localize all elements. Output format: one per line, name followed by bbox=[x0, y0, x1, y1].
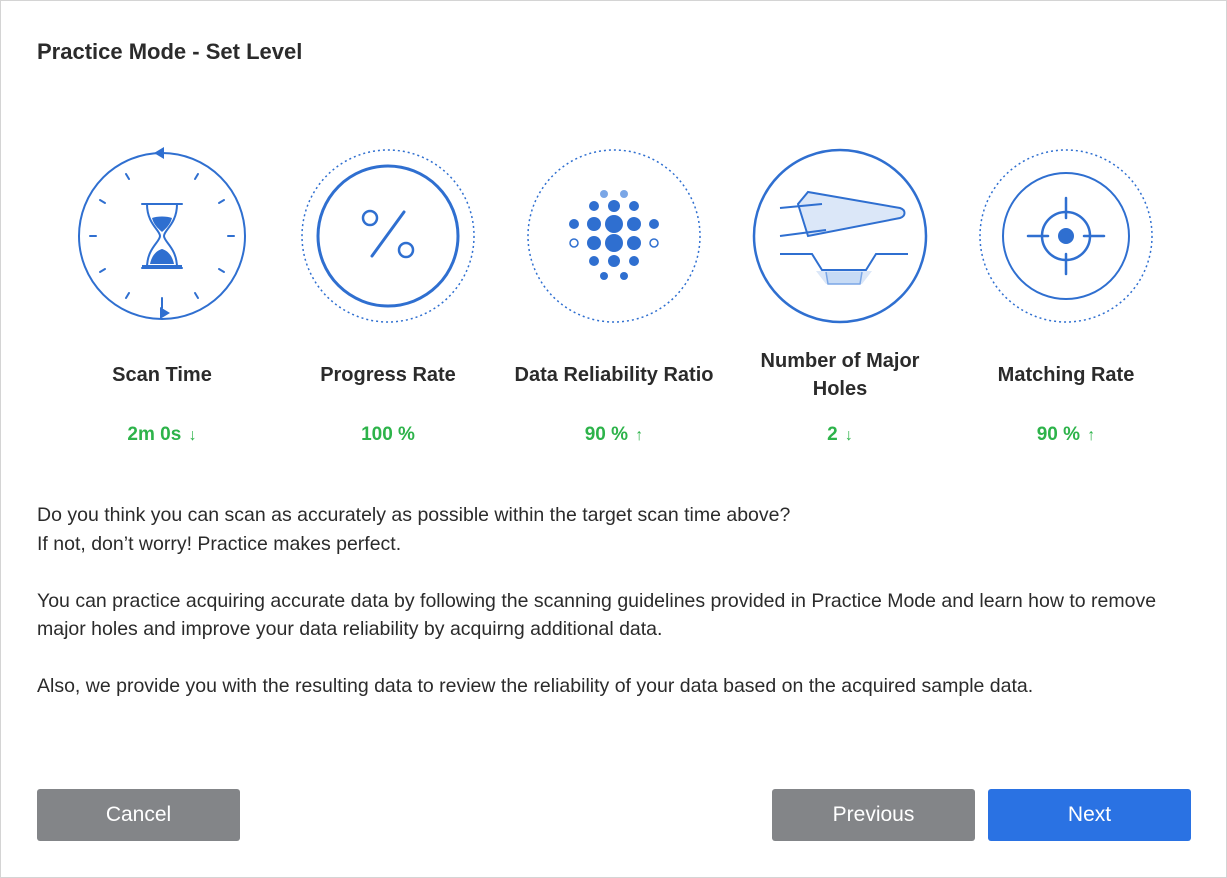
metric-value: 100 % bbox=[361, 424, 415, 445]
metric-label: Scan Time bbox=[112, 364, 212, 386]
arrow-up-icon: ↑ bbox=[1087, 427, 1096, 444]
metric-label: Data Reliability Ratio bbox=[514, 364, 714, 386]
arrow-down-icon: ↓ bbox=[844, 427, 853, 444]
crosshair-target-icon bbox=[976, 146, 1156, 326]
metric-label: Progress Rate bbox=[320, 364, 456, 386]
metric-value: 90 % ↑ bbox=[584, 424, 644, 445]
metric-matching-rate: Matching Rate 90 % ↑ bbox=[952, 146, 1180, 446]
metric-value: 2 ↓ bbox=[827, 424, 853, 445]
metric-label: Number of Major Holes bbox=[760, 350, 920, 400]
metric-progress-rate: Progress Rate 100 % bbox=[274, 146, 502, 446]
arrow-down-icon: ↓ bbox=[188, 427, 197, 444]
description: Do you think you can scan as accurately … bbox=[37, 501, 1187, 729]
dialog-title: Practice Mode - Set Level bbox=[37, 39, 303, 64]
metric-data-reliability-ratio: Data Reliability Ratio 90 % ↑ bbox=[500, 146, 728, 446]
description-paragraph: Also, we provide you with the resulting … bbox=[37, 675, 1034, 697]
description-paragraph: Do you think you can scan as accurately … bbox=[37, 504, 791, 555]
metric-label: Matching Rate bbox=[997, 364, 1135, 386]
set-level-dialog: Practice Mode - Set Level Scan Time 2m 0… bbox=[0, 0, 1227, 878]
cancel-button[interactable]: Cancel bbox=[37, 789, 240, 841]
percent-icon bbox=[298, 146, 478, 326]
metric-value: 2m 0s ↓ bbox=[127, 424, 197, 445]
metric-number-of-major-holes: Number of Major Holes 2 ↓ bbox=[726, 146, 954, 446]
scanner-hole-icon bbox=[750, 146, 930, 326]
description-paragraph: You can practice acquiring accurate data… bbox=[37, 589, 1157, 641]
previous-button[interactable]: Previous bbox=[772, 789, 975, 841]
next-button[interactable]: Next bbox=[988, 789, 1191, 841]
metric-scan-time: Scan Time 2m 0s ↓ bbox=[48, 146, 276, 446]
arrow-up-icon: ↑ bbox=[635, 427, 644, 444]
metric-value: 90 % ↑ bbox=[1036, 424, 1096, 445]
hourglass-timer-icon bbox=[72, 146, 252, 326]
dot-cluster-icon bbox=[524, 146, 704, 326]
